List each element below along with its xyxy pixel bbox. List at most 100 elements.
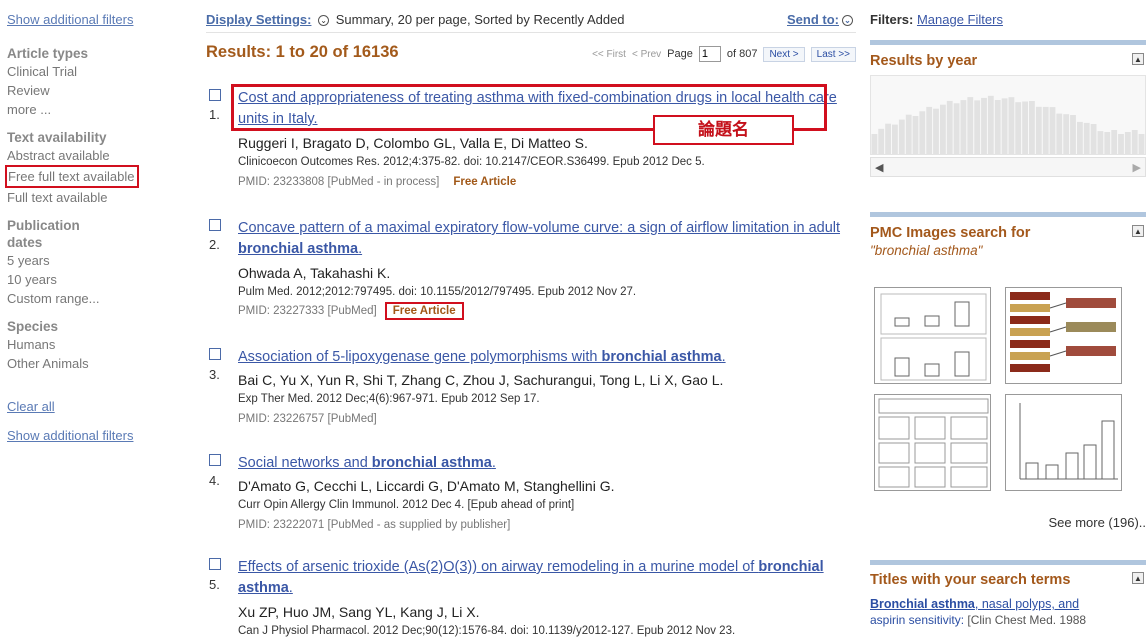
result-number: 3. [209,367,220,382]
filter-review[interactable]: Review [7,81,180,100]
see-more-link[interactable]: See more (196).. [1048,515,1146,530]
filter-full-text-available[interactable]: Full text available [7,188,180,207]
result-number: 1. [209,107,220,122]
results-header: Results: 1 to 20 of 16136 << First < Pre… [206,43,856,67]
select-checkbox[interactable] [209,348,221,360]
year-bar [981,97,987,154]
year-bar [1029,101,1035,154]
chevron-down-icon: ⌄ [842,15,853,27]
year-bar [1083,122,1090,154]
year-bar [1015,102,1022,154]
year-bar [1008,97,1015,154]
year-bar [953,103,960,154]
filter-more-article-types[interactable]: more ... [7,100,180,119]
send-to-button[interactable]: Send to: ⌄ [787,12,856,27]
year-bar [1097,131,1104,154]
show-additional-filters-top[interactable]: Show additional filters [7,12,180,27]
result-title-link[interactable]: Effects of arsenic trioxide (As(2)O(3)) … [238,557,838,599]
manage-filters-link[interactable]: Manage Filters [917,12,1003,27]
select-checkbox[interactable] [209,219,221,231]
text-availability-heading: Text availability [7,130,107,145]
publication-dates-heading: Publication dates [7,218,80,250]
year-bar [967,97,974,154]
year-bar [1001,98,1008,154]
select-checkbox[interactable] [209,558,221,570]
display-settings-bar: Display Settings: ⌄ Summary, 20 per page… [206,12,856,30]
display-settings-link[interactable]: Display Settings: [206,12,311,27]
article-types-heading: Article types [7,46,89,61]
year-bar [878,128,885,154]
filters-row: Filters: Manage Filters [870,12,1003,27]
filter-5-years[interactable]: 5 years [7,251,180,270]
scroll-right-icon[interactable]: ▶ [1133,161,1141,174]
first-page-link[interactable]: << First [592,49,626,60]
year-bar [912,116,919,154]
result-title-link[interactable]: Social networks and bronchial asthma. [238,453,863,474]
free-article-link[interactable]: Free Article [453,176,516,188]
chart-scrollbar[interactable]: ◀ ▶ [870,157,1146,177]
filter-other-animals[interactable]: Other Animals [7,354,180,373]
filter-sidebar: Show additional filters Article types Cl… [0,0,180,641]
year-bar [1124,132,1131,154]
filter-clinical-trial[interactable]: Clinical Trial [7,62,180,81]
page-label: Page [667,48,693,60]
scroll-left-icon[interactable]: ◀ [875,161,883,174]
year-bar [946,100,953,154]
last-page-button[interactable]: Last >> [810,46,856,62]
result-title-link[interactable]: Association of 5-lipoxygenase gene polym… [238,347,863,368]
year-bar [919,111,926,154]
year-bar [1035,106,1042,154]
pmc-query: "bronchial asthma" [870,243,983,258]
filter-free-full-text[interactable]: Free full text available [5,165,140,188]
pmc-image-thumbnail[interactable] [1005,287,1122,384]
pmc-image-thumbnail[interactable] [874,394,991,491]
year-bar [1063,114,1070,154]
year-bar [1090,124,1097,154]
year-bar [1022,101,1028,154]
year-bar [871,134,878,154]
result-pmid: PMID: 23227333 [PubMed] Free Article [238,302,464,320]
collapse-icon[interactable]: ▲ [1132,572,1144,584]
result-number: 5. [209,577,220,592]
select-checkbox[interactable] [209,454,221,466]
filter-10-years[interactable]: 10 years [7,270,180,289]
year-bar [994,100,1001,154]
result-number: 2. [209,237,220,252]
filter-custom-range[interactable]: Custom range... [7,289,180,308]
year-bar [1049,107,1056,154]
clear-all-link[interactable]: Clear all [7,399,180,414]
show-additional-filters-bottom[interactable]: Show additional filters [7,428,180,443]
year-bar [926,106,933,154]
result-citation: Clinicoecon Outcomes Res. 2012;4:375-82.… [238,156,705,168]
collapse-icon[interactable]: ▲ [1132,53,1144,65]
result-title-link[interactable]: Concave pattern of a maximal expiratory … [238,218,863,260]
collapse-icon[interactable]: ▲ [1132,225,1144,237]
results-by-year-chart [870,75,1146,155]
related-title-link[interactable]: Bronchial asthma, nasal polyps, and [870,597,1079,611]
chevron-down-icon[interactable]: ⌄ [318,15,330,27]
pmc-image-thumbnail[interactable] [874,287,991,384]
year-bar [1111,130,1118,154]
result-pmid: PMID: 23222071 [PubMed - as supplied by … [238,519,511,531]
year-bar [1070,115,1076,154]
pmc-image-thumbnail[interactable] [1005,394,1122,491]
year-bar [1042,106,1049,154]
select-checkbox[interactable] [209,89,221,101]
page-number-input[interactable]: 1 [698,46,721,62]
page-count: of 807 [726,48,758,60]
result-citation: Exp Ther Med. 2012 Dec;4(6):967-971. Epu… [238,393,540,405]
year-bar [1077,121,1083,154]
section-bar [870,40,1146,45]
result-number: 4. [209,473,220,488]
filter-abstract-available[interactable]: Abstract available [7,146,180,165]
year-bar [885,123,891,154]
filter-humans[interactable]: Humans [7,335,180,354]
next-page-button[interactable]: Next > [763,46,805,62]
year-bar [940,104,946,154]
right-panel: Filters: Manage Filters Results by year … [870,0,1146,641]
free-article-link[interactable]: Free Article [384,302,464,320]
result-citation: Pulm Med. 2012;2012:797495. doi: 10.1155… [238,286,637,298]
prev-page-link[interactable]: < Prev [632,49,661,60]
display-settings-value: Summary, 20 per page, Sorted by Recently… [335,12,625,27]
related-title-continuation: aspirin sensitivity: [Clin Chest Med. 19… [870,613,1087,627]
